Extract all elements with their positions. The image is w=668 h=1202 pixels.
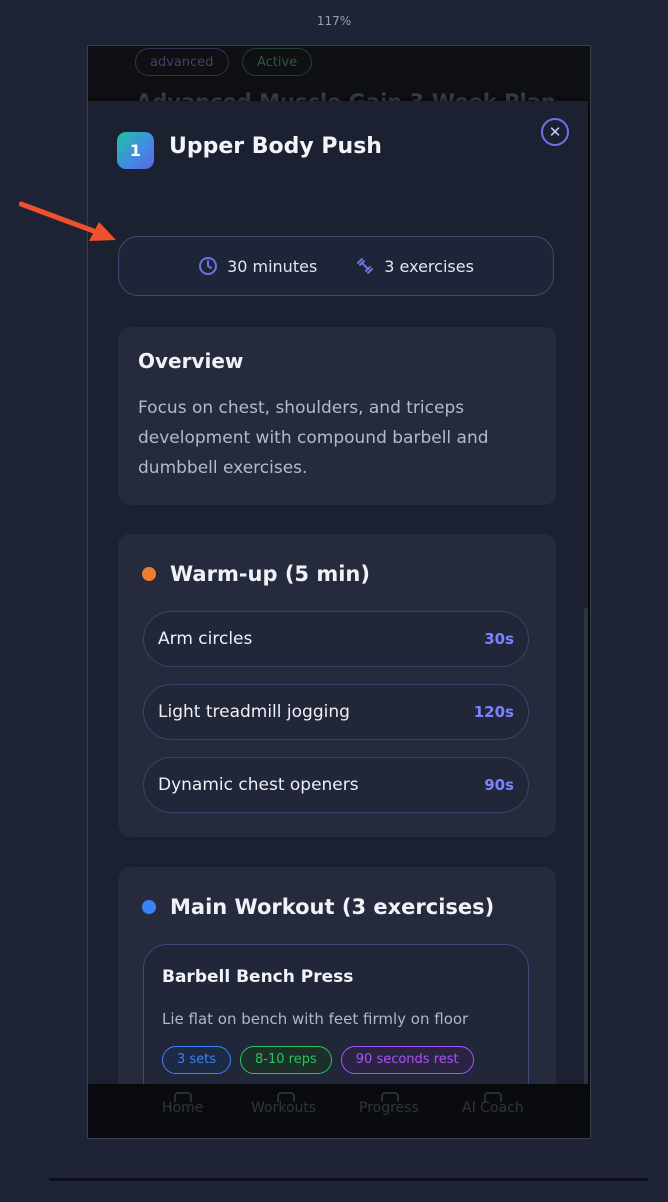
modal-title: Upper Body Push: [169, 134, 382, 159]
exercise-card[interactable]: Barbell Bench Press Lie flat on bench wi…: [143, 944, 529, 1084]
status-badge: Active: [242, 48, 313, 76]
warmup-item-duration: 120s: [473, 703, 514, 721]
nav-ai-coach[interactable]: AI Coach: [462, 1092, 524, 1116]
phone-viewport: advanced Active Advanced Muscle Gain 3-W…: [87, 45, 591, 1139]
warmup-heading-text: Warm-up (5 min): [170, 562, 370, 586]
workouts-icon: [277, 1092, 295, 1102]
nav-progress[interactable]: Progress: [359, 1092, 419, 1116]
day-number-badge: 1: [117, 132, 154, 169]
bottom-nav: Home Workouts Progress AI Coach: [88, 1084, 590, 1138]
exercise-count-text: 3 exercises: [384, 256, 474, 276]
zoom-level: 117%: [316, 14, 352, 28]
reps-tag: 8-10 reps: [240, 1046, 332, 1074]
main-workout-section: Main Workout (3 exercises) Barbell Bench…: [118, 867, 556, 1084]
warmup-item-name: Dynamic chest openers: [158, 775, 359, 795]
overview-text: Focus on chest, shoulders, and triceps d…: [138, 398, 489, 478]
duration-text: 30 minutes: [227, 256, 318, 276]
close-icon: ✕: [548, 123, 562, 141]
annotation-arrow-icon: [19, 201, 116, 241]
overview-card: Overview Focus on chest, shoulders, and …: [118, 327, 556, 505]
exercise-count-meta: 3 exercises: [355, 256, 474, 276]
close-button[interactable]: ✕: [541, 118, 569, 146]
rest-tag: 90 seconds rest: [340, 1046, 474, 1074]
progress-icon: [381, 1092, 399, 1102]
warmup-item[interactable]: Arm circles 30s: [143, 611, 529, 667]
workout-meta-bar: 30 minutes 3 exercises: [118, 236, 554, 296]
main-workout-dot: [142, 900, 156, 914]
main-workout-heading: Main Workout (3 exercises): [142, 895, 494, 919]
clock-icon: [199, 257, 218, 275]
warmup-item-name: Light treadmill jogging: [158, 702, 350, 722]
dumbbell-icon: [357, 258, 374, 274]
warmup-dot: [142, 567, 156, 581]
background-plan-header: advanced Active Advanced Muscle Gain 3-W…: [88, 46, 590, 114]
main-workout-heading-text: Main Workout (3 exercises): [170, 895, 495, 919]
sets-tag: 3 sets: [162, 1046, 232, 1074]
exercise-name: Barbell Bench Press: [162, 967, 354, 987]
divider: [49, 1178, 648, 1181]
warmup-section: Warm-up (5 min) Arm circles 30s Light tr…: [118, 534, 556, 837]
warmup-item[interactable]: Light treadmill jogging 120s: [143, 684, 529, 740]
chat-icon: [484, 1092, 502, 1102]
warmup-item-duration: 30s: [484, 630, 514, 648]
warmup-item[interactable]: Dynamic chest openers 90s: [143, 757, 529, 813]
home-icon: [174, 1092, 192, 1102]
modal-scrollbar[interactable]: [584, 608, 588, 1084]
nav-home[interactable]: Home: [162, 1092, 203, 1116]
exercise-tags: 3 sets 8-10 reps 90 seconds rest: [162, 1046, 474, 1074]
warmup-item-duration: 90s: [484, 776, 514, 794]
nav-workouts[interactable]: Workouts: [251, 1092, 316, 1116]
duration-meta: 30 minutes: [198, 256, 317, 276]
exercise-description: Lie flat on bench with feet firmly on fl…: [162, 1010, 469, 1028]
overview-heading: Overview: [138, 349, 244, 373]
warmup-heading: Warm-up (5 min): [142, 562, 370, 586]
workout-day-modal: 1 Upper Body Push ✕ 30 minutes 3 exercis…: [88, 101, 588, 1084]
difficulty-badge: advanced: [135, 48, 229, 76]
warmup-item-name: Arm circles: [158, 629, 253, 649]
